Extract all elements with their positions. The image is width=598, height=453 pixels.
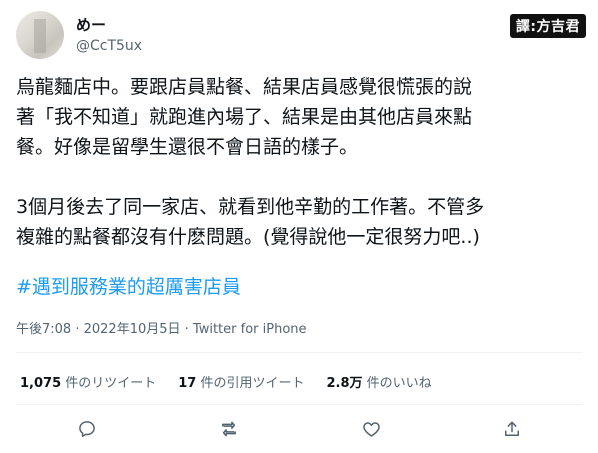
reply-icon	[77, 419, 97, 439]
engagement-stats: 1,075 件のリツイート 17 件の引用ツイート 2.8万 件のいいね	[20, 372, 432, 391]
user-handle[interactable]: @CcT5ux	[76, 38, 142, 54]
quotes-stat[interactable]: 17 件の引用ツイート	[178, 372, 304, 391]
display-name[interactable]: めー	[76, 14, 106, 35]
tweet-metadata: 午後7:08 · 2022年10月5日 · Twitter for iPhone	[16, 318, 307, 337]
retweets-stat[interactable]: 1,075 件のリツイート	[20, 372, 156, 391]
tweet-text-line: 複雜的點餐都沒有什麽問題。(覺得說他一定很努力吧..)	[16, 226, 480, 248]
tweet-text-line: 著「我不知道」就跑進內場了、結果是由其他店員來點	[16, 106, 473, 128]
tweet-date[interactable]: 2022年10月5日	[84, 322, 181, 337]
heart-icon	[361, 419, 382, 439]
meta-separator: ·	[71, 322, 84, 337]
avatar[interactable]	[16, 11, 64, 59]
reply-button[interactable]	[74, 416, 100, 442]
quotes-label: 件の引用ツイート	[196, 376, 305, 391]
translator-credit-badge: 譯:方吉君	[509, 14, 586, 38]
retweets-count: 1,075	[20, 376, 62, 391]
tweet-text-line: 烏龍麵店中。要跟店員點餐、結果店員感覺很慌張的說	[16, 76, 473, 98]
tweet-source: Twitter for iPhone	[192, 322, 307, 337]
share-button[interactable]	[499, 416, 525, 442]
meta-separator: ·	[180, 322, 193, 337]
action-bar	[0, 416, 598, 444]
tweet-text: 烏龍麵店中。要跟店員點餐、結果店員感覺很慌張的說 著「我不知道」就跑進內場了、結…	[16, 72, 588, 252]
likes-stat[interactable]: 2.8万 件のいいね	[327, 372, 432, 391]
like-button[interactable]	[358, 416, 384, 442]
likes-label: 件のいいね	[362, 376, 432, 391]
tweet-text-line: 3個月後去了同一家店、就看到他辛勤的工作著。不管多	[16, 196, 485, 218]
divider	[16, 352, 582, 353]
share-icon	[502, 419, 522, 439]
tweet-text-line: 餐。好像是留學生還很不會日語的樣子。	[16, 136, 359, 158]
divider	[16, 404, 582, 405]
tweet-time[interactable]: 午後7:08	[16, 322, 71, 337]
quotes-count: 17	[178, 376, 197, 391]
retweet-icon	[218, 419, 240, 439]
hashtag-link[interactable]: #遇到服務業的超厲害店員	[16, 272, 241, 299]
retweet-button[interactable]	[216, 416, 242, 442]
likes-count: 2.8万	[326, 376, 363, 391]
retweets-label: 件のリツイート	[61, 376, 157, 391]
